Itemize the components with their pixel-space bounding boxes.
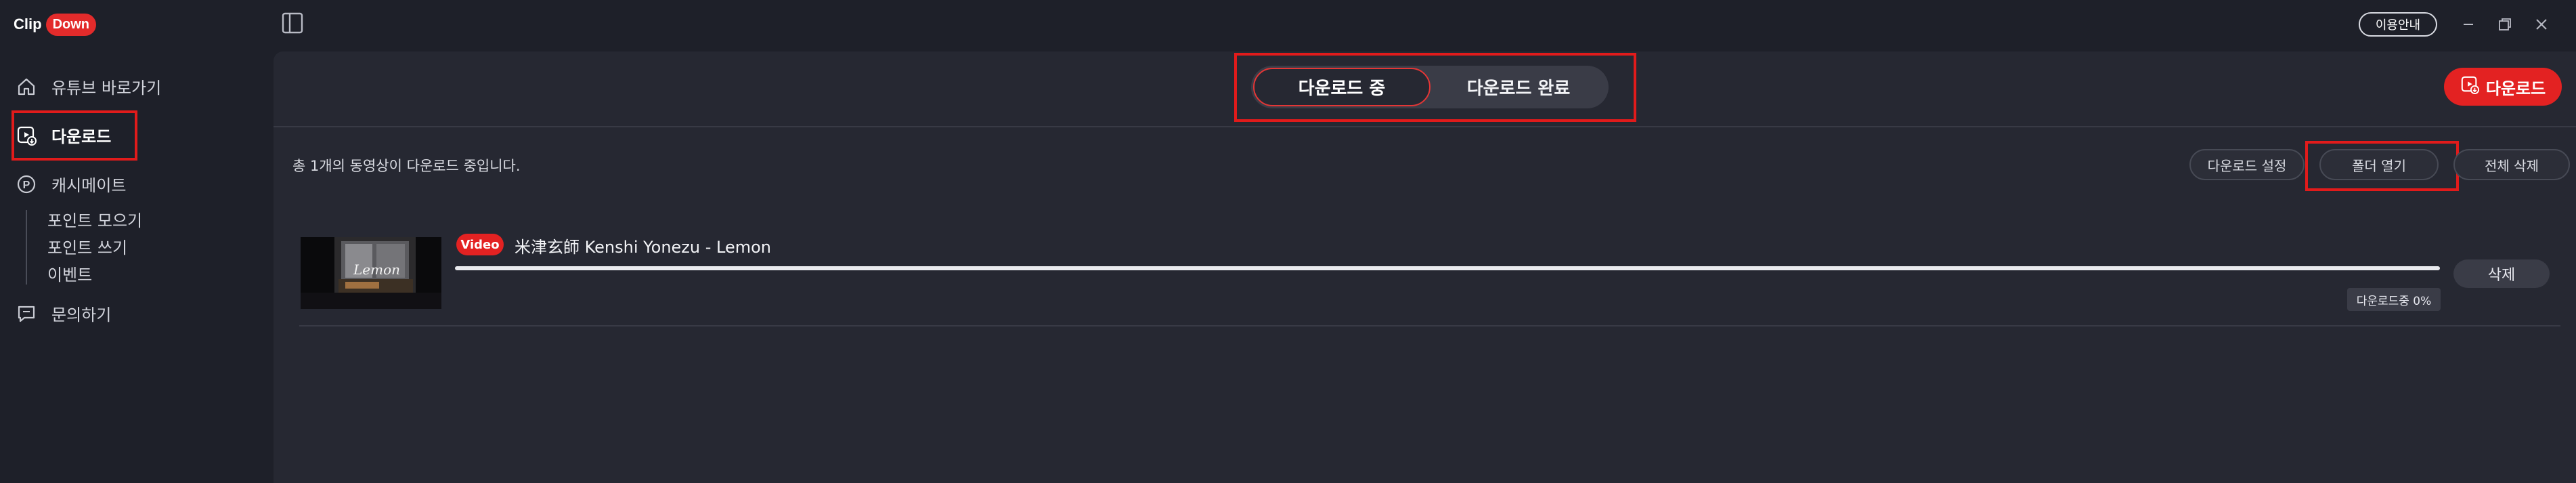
download-button[interactable]: 다운로드: [2444, 68, 2562, 106]
sidebar-subitem-collect-points[interactable]: 포인트 모으기: [47, 207, 142, 231]
svg-text:P: P: [23, 180, 30, 191]
sidebar: Clip Down 유튜브 바로가기 다운로드 P 캐시메이트 포인트 모으기 …: [0, 0, 274, 483]
close-icon[interactable]: [2529, 12, 2554, 37]
download-count-text: 총 1개의 동영상이 다운로드 중입니다.: [292, 158, 521, 174]
guide-button[interactable]: 이용안내: [2359, 12, 2437, 37]
tab-completed[interactable]: 다운로드 완료: [1431, 68, 1607, 106]
download-button-label: 다운로드: [2485, 79, 2546, 98]
sidebar-item-label: 유튜브 바로가기: [51, 79, 162, 98]
sidebar-item-download[interactable]: 다운로드: [15, 123, 111, 147]
download-status: 다운로드중 0%: [2347, 288, 2441, 311]
sidebar-item-label: 문의하기: [51, 306, 112, 324]
chat-icon: [15, 302, 38, 325]
tab-downloading[interactable]: 다운로드 중: [1253, 68, 1431, 106]
thumbnail-caption: Lemon: [353, 261, 401, 278]
point-p-icon: P: [15, 173, 38, 196]
sidebar-subitem-use-points[interactable]: 포인트 쓰기: [47, 234, 127, 258]
header-divider: [274, 126, 2576, 127]
logo-clip-text: Clip: [14, 16, 42, 33]
row-divider: [299, 325, 2560, 327]
sub-menu-divider: [26, 210, 27, 285]
sidebar-item-cashmate[interactable]: P 캐시메이트: [15, 172, 126, 196]
progress-bar-track: [455, 266, 2440, 270]
sidebar-item-youtube[interactable]: 유튜브 바로가기: [15, 75, 161, 98]
home-icon: [15, 75, 38, 98]
open-folder-button[interactable]: 폴더 열기: [2319, 149, 2439, 180]
video-thumbnail: Lemon: [301, 237, 441, 309]
delete-button[interactable]: 삭제: [2453, 259, 2550, 288]
logo-down-badge: Down: [45, 13, 96, 36]
video-type-badge: Video: [456, 234, 504, 255]
sidebar-item-contact[interactable]: 문의하기: [15, 301, 111, 325]
sidebar-subitem-event[interactable]: 이벤트: [47, 261, 92, 285]
delete-all-button[interactable]: 전체 삭제: [2453, 149, 2570, 180]
maximize-icon[interactable]: [2493, 12, 2517, 37]
download-box-icon: [15, 124, 38, 147]
minimize-icon[interactable]: [2456, 12, 2481, 37]
sidebar-item-label: 다운로드: [51, 127, 112, 146]
download-title: 米津玄師 Kenshi Yonezu - Lemon: [515, 238, 772, 257]
sidebar-toggle-icon[interactable]: [280, 11, 305, 35]
download-settings-button[interactable]: 다운로드 설정: [2189, 149, 2305, 180]
sidebar-item-label: 캐시메이트: [51, 176, 127, 195]
app-logo: Clip Down: [14, 12, 96, 37]
download-box-icon: [2460, 75, 2479, 98]
